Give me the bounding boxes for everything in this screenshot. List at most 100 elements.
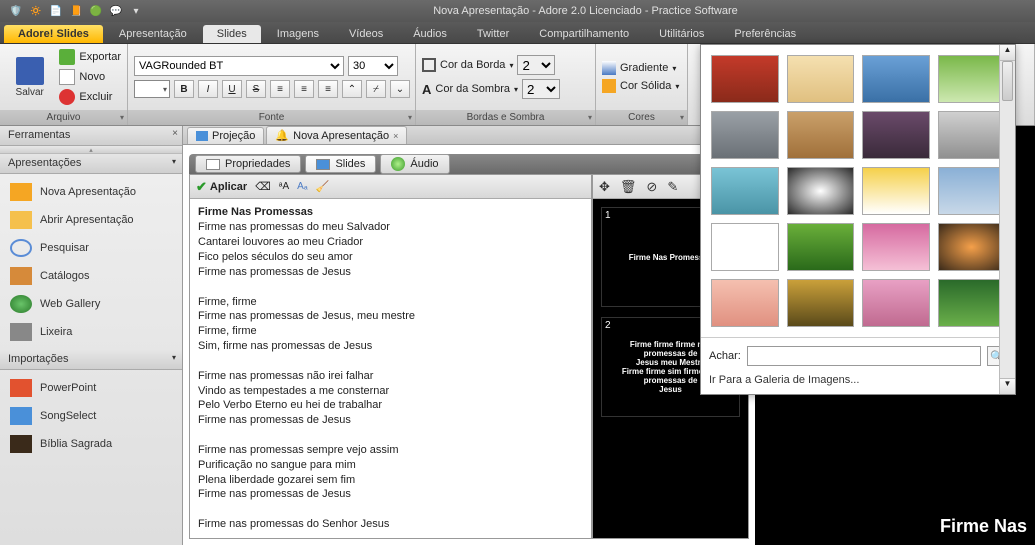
subtab-audio[interactable]: Áudio [380, 154, 449, 174]
gallery-thumb[interactable] [711, 167, 779, 215]
pane-handle[interactable]: ▴ [0, 146, 182, 154]
qat-icon-6[interactable]: 💬 [108, 3, 124, 19]
font-size-select[interactable]: 30 [348, 56, 398, 76]
close-icon[interactable]: × [172, 128, 178, 139]
gallery-thumb[interactable] [862, 55, 930, 103]
sidebar-item-lixeira[interactable]: Lixeira [0, 318, 182, 346]
sidebar-item-songselect[interactable]: SongSelect [0, 402, 182, 430]
gallery-thumb[interactable] [938, 111, 1006, 159]
lyrics-textarea[interactable]: Firme Nas Promessas Firme nas promessas … [190, 199, 591, 538]
bold-button[interactable]: B [174, 80, 194, 98]
gallery-thumb[interactable] [787, 111, 855, 159]
apply-button[interactable]: ✔Aplicar [196, 179, 247, 195]
gallery-thumb[interactable] [711, 223, 779, 271]
gallery-thumb[interactable] [938, 223, 1006, 271]
tab-nova-apresentacao[interactable]: 🔔Nova Apresentação× [266, 126, 407, 144]
sidebar-item-webgallery[interactable]: Web Gallery [0, 290, 182, 318]
gallery-goto-link[interactable]: Ir Para a Galeria de Imagens... [709, 370, 1007, 390]
lowercase-button[interactable]: Aₐ [297, 181, 307, 192]
scroll-thumb[interactable] [1002, 61, 1013, 101]
italic-button[interactable]: I [198, 80, 218, 98]
qat-icon-1[interactable]: 🛡️ [8, 3, 24, 19]
sidebar-item-powerpoint[interactable]: PowerPoint [0, 374, 182, 402]
gallery-thumb[interactable] [938, 279, 1006, 327]
group-label-bordas[interactable]: Bordas e Sombra [416, 110, 595, 125]
edit-icon[interactable]: ✎ [667, 179, 678, 195]
tab-slides[interactable]: Slides [203, 25, 261, 43]
gallery-thumb[interactable] [711, 55, 779, 103]
gradient-button[interactable]: Gradiente▾ [602, 61, 679, 75]
tab-utilitarios[interactable]: Utilitários [645, 25, 718, 43]
uppercase-button[interactable]: ᵃA [279, 181, 289, 192]
gallery-scrollbar[interactable]: ▲ ▼ [999, 45, 1015, 394]
group-label-arquivo[interactable]: Arquivo [0, 110, 127, 125]
importacoes-title[interactable]: Importações [0, 350, 182, 370]
sidebar-item-pesquisar[interactable]: Pesquisar [0, 234, 182, 262]
align-left-button[interactable]: ≡ [270, 80, 290, 98]
delete-button[interactable]: Excluir [59, 89, 121, 105]
sidebar-item-abrir[interactable]: Abrir Apresentação [0, 206, 182, 234]
underline-button[interactable]: U [222, 80, 242, 98]
gallery-thumb[interactable] [787, 223, 855, 271]
gallery-thumb[interactable] [862, 279, 930, 327]
group-label-fonte[interactable]: Fonte [128, 110, 415, 125]
new-button[interactable]: Novo [59, 69, 121, 85]
tab-projecao[interactable]: Projeção [187, 127, 264, 144]
tab-apresentacao[interactable]: Apresentação [105, 25, 201, 43]
clear-button[interactable]: ⌫ [255, 180, 271, 193]
qat-icon-5[interactable]: 🟢 [88, 3, 104, 19]
scroll-down-icon[interactable]: ▼ [1000, 378, 1015, 394]
sidebar-item-catalogos[interactable]: Catálogos [0, 262, 182, 290]
gallery-thumb[interactable] [938, 167, 1006, 215]
document-tabs: Projeção 🔔Nova Apresentação× [183, 126, 755, 145]
qat-icon-2[interactable]: 🔅 [28, 3, 44, 19]
valign-top-button[interactable]: ⌃ [342, 80, 362, 98]
scroll-up-icon[interactable]: ▲ [1000, 45, 1015, 61]
tab-videos[interactable]: Vídeos [335, 25, 397, 43]
subtab-slides[interactable]: Slides [305, 155, 376, 173]
block-icon[interactable]: ⊘ [646, 179, 657, 195]
qat-icon-3[interactable]: 📄 [48, 3, 64, 19]
close-icon[interactable]: × [393, 131, 398, 141]
valign-middle-button[interactable]: ⌿ [366, 80, 386, 98]
apresentacoes-title[interactable]: Apresentações [0, 154, 182, 174]
group-label-cores[interactable]: Cores [596, 110, 687, 125]
tab-adore-slides[interactable]: Adore! Slides [4, 25, 103, 43]
font-color-swatch[interactable] [134, 80, 170, 98]
clean-button[interactable]: 🧹 [316, 180, 330, 193]
qat-dropdown-icon[interactable]: ▾ [128, 3, 144, 19]
trash-icon[interactable]: 🗑 [620, 179, 637, 195]
border-size-select[interactable]: 2 [517, 55, 555, 75]
font-family-select[interactable]: VAGRounded BT [134, 56, 344, 76]
solid-color-button[interactable]: Cor Sólida▾ [602, 79, 679, 93]
qat-icon-4[interactable]: 📙 [68, 3, 84, 19]
gallery-thumb[interactable] [711, 111, 779, 159]
shadow-size-select[interactable]: 2 [522, 79, 560, 99]
gallery-thumb[interactable] [787, 167, 855, 215]
gallery-search-input[interactable] [747, 346, 981, 366]
tab-audios[interactable]: Áudios [399, 25, 461, 43]
gallery-thumb[interactable] [862, 111, 930, 159]
strike-button[interactable]: S [246, 80, 266, 98]
valign-bottom-button[interactable]: ⌄ [390, 80, 410, 98]
sidebar-item-biblia[interactable]: Bíblia Sagrada [0, 430, 182, 458]
gallery-thumb[interactable] [938, 55, 1006, 103]
titlebar: 🛡️ 🔅 📄 📙 🟢 💬 ▾ Nova Apresentação - Adore… [0, 0, 1035, 22]
tab-preferencias[interactable]: Preferências [720, 25, 810, 43]
tab-compartilhamento[interactable]: Compartilhamento [525, 25, 643, 43]
gallery-thumb[interactable] [787, 279, 855, 327]
gallery-thumb[interactable] [711, 279, 779, 327]
gallery-thumb[interactable] [787, 55, 855, 103]
move-icon[interactable]: ✥ [599, 179, 610, 195]
align-right-button[interactable]: ≡ [318, 80, 338, 98]
export-button[interactable]: Exportar [59, 49, 121, 65]
gallery-thumb[interactable] [862, 167, 930, 215]
tab-twitter[interactable]: Twitter [463, 25, 523, 43]
lyrics-panel: ✔Aplicar ⌫ ᵃA Aₐ 🧹 Firme Nas Promessas F… [190, 175, 593, 538]
save-button[interactable]: Salvar [6, 57, 53, 98]
subtab-propriedades[interactable]: Propriedades [195, 155, 301, 173]
align-center-button[interactable]: ≡ [294, 80, 314, 98]
tab-imagens[interactable]: Imagens [263, 25, 333, 43]
sidebar-item-nova[interactable]: Nova Apresentação [0, 178, 182, 206]
gallery-thumb[interactable] [862, 223, 930, 271]
